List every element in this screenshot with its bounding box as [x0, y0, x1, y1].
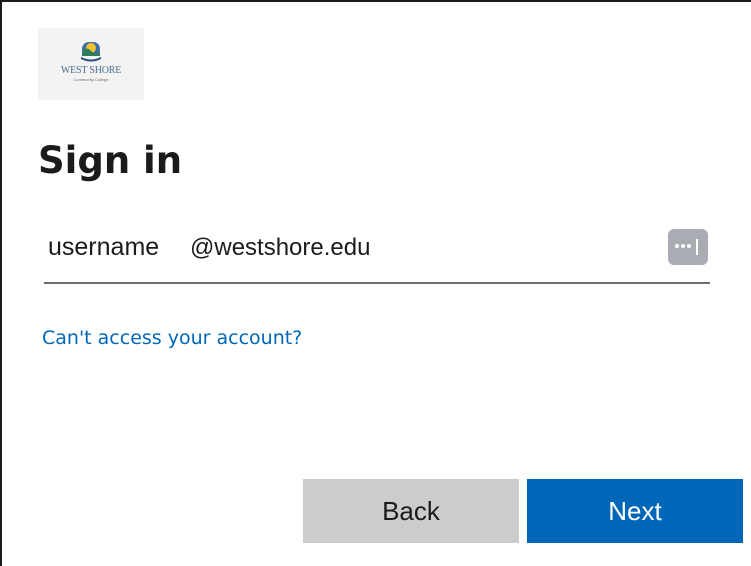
- college-emblem-icon: [81, 42, 101, 62]
- email-field[interactable]: username @westshore.edu: [44, 222, 710, 284]
- next-button[interactable]: Next: [527, 479, 743, 543]
- page-title: Sign in: [38, 139, 183, 182]
- dots-glyph: [675, 244, 693, 249]
- cant-access-account-link[interactable]: Can't access your account?: [42, 324, 302, 352]
- back-button[interactable]: Back: [303, 479, 519, 543]
- email-domain: @westshore.edu: [190, 234, 371, 261]
- logo-wordmark: WEST SHORE: [60, 65, 122, 76]
- college-logo: WEST SHORE Community College: [38, 28, 144, 100]
- window-left-border: [0, 0, 2, 566]
- window-top-border: [0, 0, 751, 2]
- email-username: username: [48, 233, 160, 261]
- caret-glyph: [696, 239, 698, 255]
- logo-subtitle: Community College: [73, 77, 109, 82]
- password-dots-icon[interactable]: [668, 229, 708, 265]
